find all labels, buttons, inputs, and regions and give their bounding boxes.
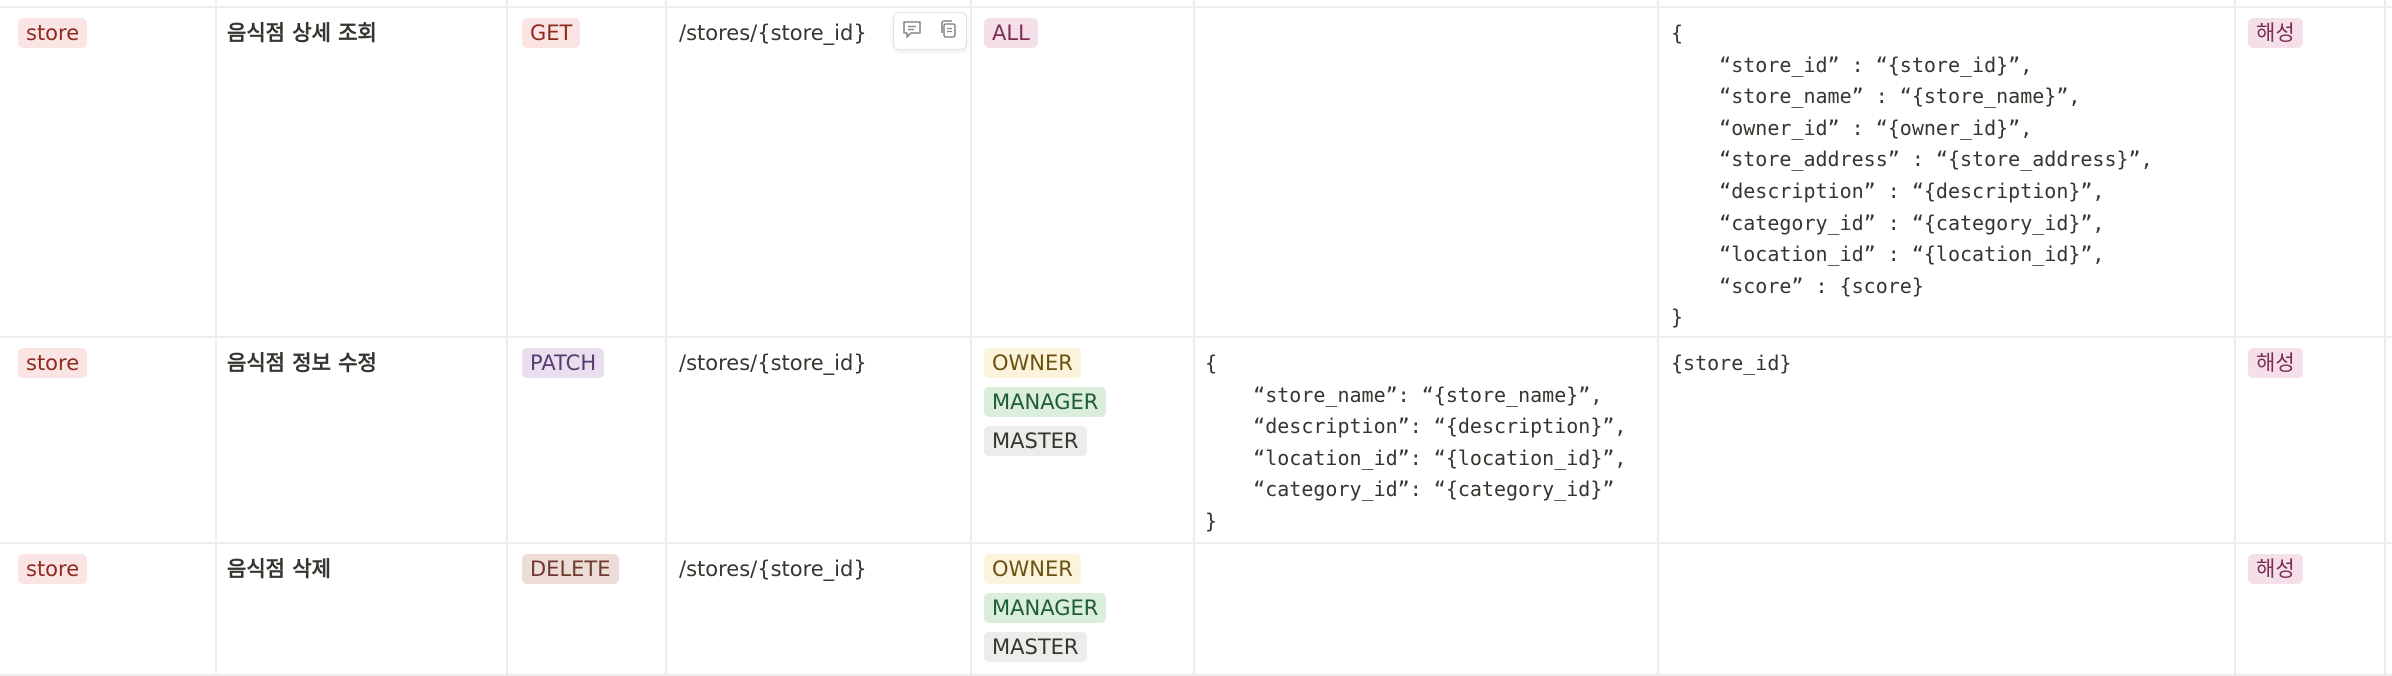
method-cell[interactable]: PATCH xyxy=(508,338,665,542)
api-spec-table: store 음식점 상세 조회 GET /stores/{store_id} A… xyxy=(0,0,2392,676)
endpoint-path: /stores/{store_id} xyxy=(679,557,867,581)
role-tag: ALL xyxy=(984,18,1038,48)
api-name-cell[interactable]: 음식점 정보 수정 xyxy=(217,338,506,542)
response-body: { “store_id” : “{store_id}”, “store_name… xyxy=(1671,21,2153,330)
column-divider xyxy=(2384,0,2386,676)
response-body-cell[interactable]: { “store_id” : “{store_id}”, “store_name… xyxy=(1659,8,2234,336)
column-divider xyxy=(1193,0,1195,676)
api-name-cell[interactable]: 음식점 상세 조회 xyxy=(217,8,506,336)
domain-cell[interactable]: store xyxy=(0,544,215,674)
role-tag: MASTER xyxy=(984,632,1087,662)
table-row[interactable]: store 음식점 정보 수정 PATCH /stores/{store_id}… xyxy=(0,338,2392,544)
response-body-cell[interactable]: {store_id} xyxy=(1659,338,2234,542)
comment-icon xyxy=(901,18,923,44)
method-cell[interactable]: GET xyxy=(508,8,665,336)
response-body: {store_id} xyxy=(1671,351,1792,375)
assignee-tag: 해성 xyxy=(2248,554,2303,584)
assignee-cell[interactable]: 해성 xyxy=(2236,544,2384,674)
method-tag: DELETE xyxy=(522,554,619,584)
role-tag: OWNER xyxy=(984,348,1081,378)
endpoint-path: /stores/{store_id} xyxy=(679,351,867,375)
role-tag: MANAGER xyxy=(984,593,1107,623)
method-cell[interactable]: DELETE xyxy=(508,544,665,674)
api-name: 음식점 삭제 xyxy=(227,557,331,581)
assignee-tag: 해성 xyxy=(2248,348,2303,378)
request-body-cell[interactable] xyxy=(1195,544,1657,674)
column-divider xyxy=(1657,0,1659,676)
cell-hover-toolbar xyxy=(893,12,967,50)
domain-cell[interactable]: store xyxy=(0,338,215,542)
method-tag: PATCH xyxy=(522,348,605,378)
role-tag: MANAGER xyxy=(984,387,1107,417)
assignee-cell[interactable]: 해성 xyxy=(2236,338,2384,542)
column-divider xyxy=(215,0,217,676)
column-divider xyxy=(665,0,667,676)
column-divider xyxy=(970,0,972,676)
request-body: { “store_name”: “{store_name}”, “descrip… xyxy=(1205,351,1627,533)
api-name-cell[interactable]: 음식점 삭제 xyxy=(217,544,506,674)
role-tag: OWNER xyxy=(984,554,1081,584)
assignee-tag: 해성 xyxy=(2248,18,2303,48)
roles-cell[interactable]: ALL xyxy=(972,8,1193,336)
column-divider xyxy=(506,0,508,676)
roles-cell[interactable]: OWNER MANAGER MASTER xyxy=(972,338,1193,542)
path-cell[interactable]: /stores/{store_id} xyxy=(667,544,970,674)
domain-tag: store xyxy=(18,348,88,378)
api-name: 음식점 정보 수정 xyxy=(227,351,377,375)
assignee-cell[interactable]: 해성 xyxy=(2236,8,2384,336)
copy-icon xyxy=(937,18,959,44)
path-cell[interactable]: /stores/{store_id} xyxy=(667,8,970,336)
path-cell[interactable]: /stores/{store_id} xyxy=(667,338,970,542)
method-tag: GET xyxy=(522,18,581,48)
api-name: 음식점 상세 조회 xyxy=(227,21,377,45)
role-tag: MASTER xyxy=(984,426,1087,456)
copy-button[interactable] xyxy=(935,18,961,44)
request-body-cell[interactable]: { “store_name”: “{store_name}”, “descrip… xyxy=(1195,338,1657,542)
table-row[interactable]: store 음식점 삭제 DELETE /stores/{store_id} O… xyxy=(0,544,2392,676)
table-row[interactable]: store 음식점 상세 조회 GET /stores/{store_id} A… xyxy=(0,8,2392,338)
comment-button[interactable] xyxy=(899,18,925,44)
domain-tag: store xyxy=(18,554,88,584)
roles-cell[interactable]: OWNER MANAGER MASTER xyxy=(972,544,1193,674)
domain-cell[interactable]: store xyxy=(0,8,215,336)
column-divider xyxy=(2234,0,2236,676)
request-body-cell[interactable] xyxy=(1195,8,1657,336)
domain-tag: store xyxy=(18,18,88,48)
response-body-cell[interactable] xyxy=(1659,544,2234,674)
